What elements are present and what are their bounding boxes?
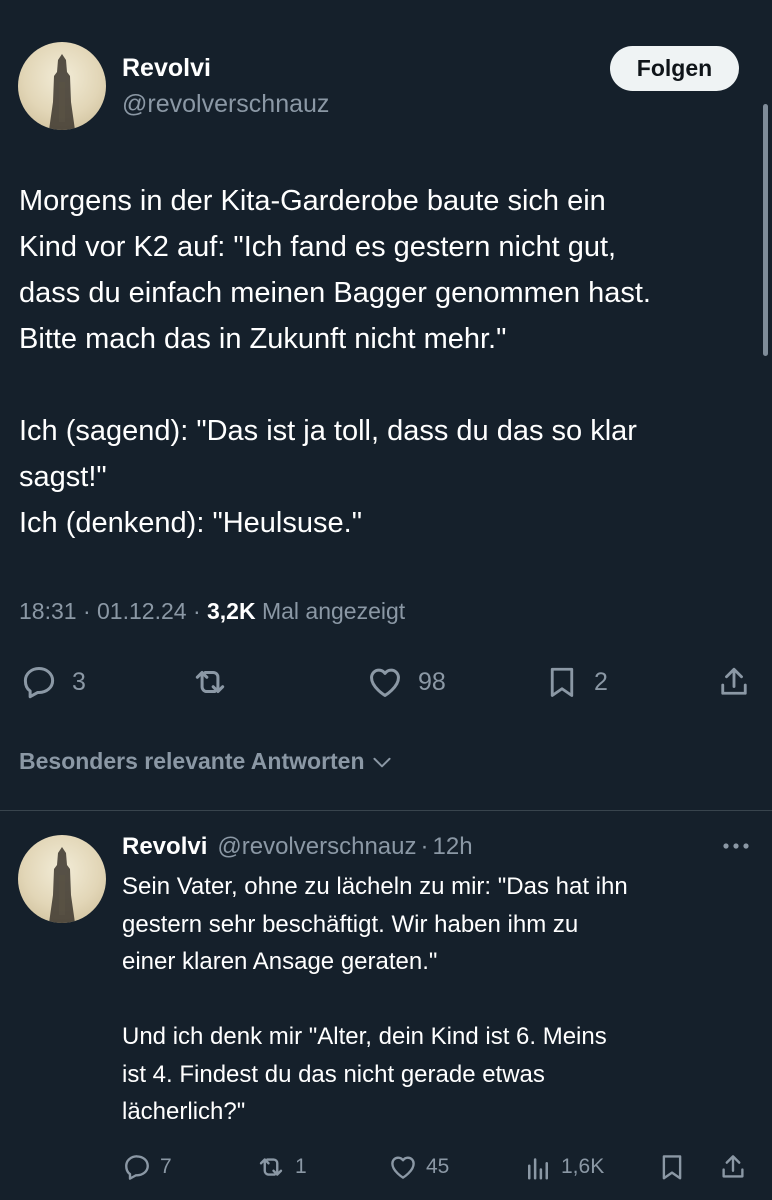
avatar-image — [49, 847, 75, 923]
replies-sort-dropdown[interactable]: Besonders relevante Antworten — [19, 748, 395, 775]
bookmark-count: 2 — [594, 667, 608, 696]
reply-share-button[interactable] — [718, 1152, 748, 1182]
reply-retweet-button[interactable]: 1 — [255, 1152, 307, 1182]
more-button[interactable] — [718, 836, 754, 861]
reply-author-handle[interactable]: @revolverschnauz — [217, 833, 416, 861]
reply-bookmark-button[interactable] — [657, 1152, 687, 1182]
reply-author-name[interactable]: Revolvi — [122, 833, 207, 861]
like-icon — [391, 1156, 415, 1179]
views-label: Mal angezeigt — [261, 598, 406, 624]
author-handle[interactable]: @revolverschnauz — [122, 90, 329, 119]
analytics-icon — [528, 1158, 548, 1180]
author-name[interactable]: Revolvi — [122, 54, 211, 83]
bookmark-button[interactable]: 2 — [544, 663, 608, 701]
follow-button[interactable]: Folgen — [610, 46, 739, 91]
scrollbar[interactable] — [763, 104, 768, 356]
views-count: 3,2K — [207, 598, 256, 624]
reply-retweet-count: 1 — [295, 1155, 307, 1178]
like-button[interactable]: 98 — [366, 663, 446, 701]
share-button[interactable] — [716, 663, 752, 701]
tweet-time[interactable]: 18:31 — [19, 598, 77, 624]
like-count: 98 — [418, 667, 446, 696]
share-icon — [722, 1155, 744, 1178]
reply-button[interactable]: 3 — [20, 663, 86, 701]
more-icon — [723, 843, 749, 849]
reply-reply-button[interactable]: 7 — [122, 1152, 172, 1182]
reply-time[interactable]: 12h — [433, 833, 473, 861]
reply-header: Revolvi @revolverschnauz · 12h — [122, 833, 473, 861]
share-icon — [721, 667, 747, 695]
bookmark-icon — [662, 1155, 682, 1180]
reply-icon — [23, 667, 55, 699]
reply-reply-count: 7 — [160, 1155, 172, 1178]
reply-author-avatar[interactable] — [18, 835, 106, 923]
reply-views-count: 1,6K — [561, 1155, 605, 1178]
reply-analytics-button[interactable]: 1,6K — [523, 1152, 604, 1182]
reply-count: 3 — [72, 667, 86, 696]
avatar-image — [49, 54, 75, 130]
chevron-down-icon — [372, 757, 391, 767]
retweet-icon — [259, 1158, 283, 1176]
retweet-button[interactable] — [190, 663, 244, 701]
meta-separator: · — [82, 598, 91, 624]
tweet-text: Morgens in der Kita-Garderobe baute sich… — [19, 185, 651, 539]
like-icon — [370, 668, 400, 697]
retweet-icon — [195, 670, 225, 694]
tweet-meta: 18:31 · 01.12.24 · 3,2K Mal angezeigt — [19, 598, 405, 625]
reply-text: Sein Vater, ohne zu lächeln zu mir: "Das… — [122, 873, 628, 1125]
divider — [0, 810, 772, 811]
meta-separator: · — [420, 833, 429, 860]
reply-icon — [125, 1155, 149, 1180]
tweet-date[interactable]: 01.12.24 — [97, 598, 187, 624]
replies-sort-label: Besonders relevante Antworten — [19, 748, 365, 774]
reply-like-count: 45 — [426, 1155, 450, 1178]
reply-like-button[interactable]: 45 — [388, 1152, 449, 1182]
meta-separator: · — [192, 598, 201, 624]
bookmark-icon — [550, 667, 574, 697]
author-avatar[interactable] — [18, 42, 106, 130]
